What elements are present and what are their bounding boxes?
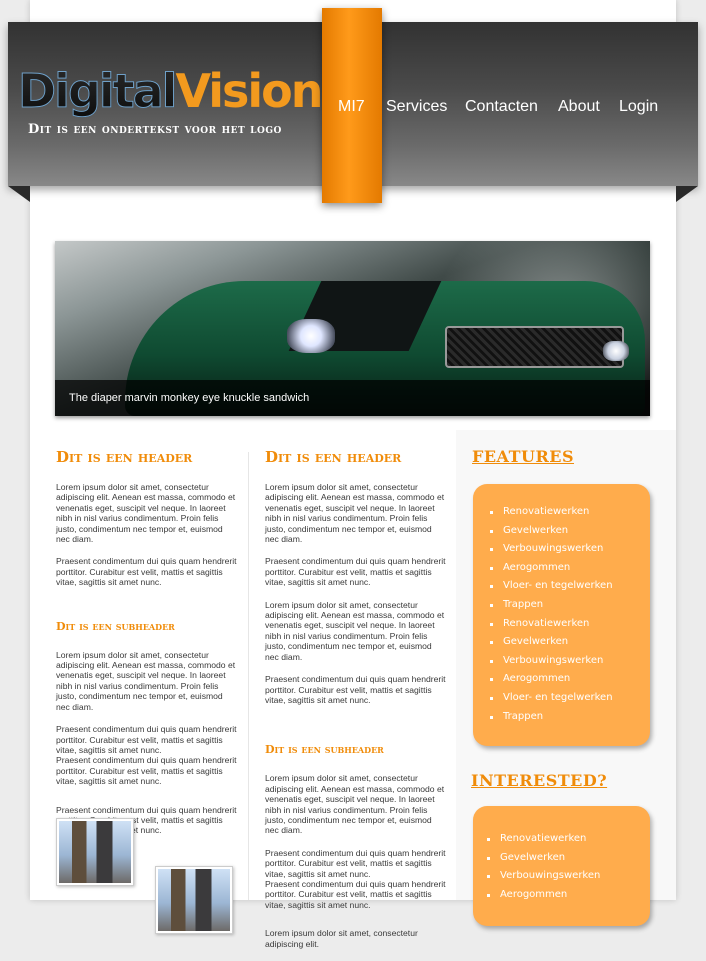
car-headlight-right xyxy=(603,341,629,361)
skyscraper-photo xyxy=(158,869,230,931)
logo-tagline: Dit is een ondertekst voor het logo xyxy=(28,122,282,137)
column-1-header: Dit is een header xyxy=(56,448,193,466)
car-headlight-left xyxy=(287,319,335,353)
sidebar-link[interactable]: Renovatiewerken xyxy=(484,830,600,849)
interested-box: Renovatiewerken Gevelwerken Verbouwingswer… xyxy=(473,806,650,926)
column-1-subheader: Dit is een subheader xyxy=(56,619,175,633)
nav-item-login[interactable]: Login xyxy=(619,98,658,116)
nav-item-mi7[interactable]: MI7 xyxy=(338,98,365,116)
header-fold-right xyxy=(676,186,698,202)
sidebar-link[interactable]: Verbouwingswerken xyxy=(487,540,613,559)
banner-caption: The diaper marvin monkey eye knuckle san… xyxy=(55,380,650,416)
column-1-paragraph: Praesent condimentum dui quis quam hendr… xyxy=(56,724,237,755)
column-1-paragraph: Praesent condimentum dui quis quam hendr… xyxy=(56,556,237,588)
sidebar-link[interactable]: Vloer- en tegelwerken xyxy=(487,577,613,596)
sidebar-link[interactable]: Gevelwerken xyxy=(484,849,600,868)
sidebar-link[interactable]: Aerogommen xyxy=(484,886,600,905)
column-1-paragraph: Praesent condimentum dui quis quam hendr… xyxy=(56,755,237,787)
column-1-paragraph: Lorem ipsum dolor sit amet, consectetur … xyxy=(56,649,236,712)
sidebar-link[interactable]: Vloer- en tegelwerken xyxy=(487,689,613,708)
header-fold-left xyxy=(8,186,30,202)
column-2-paragraph: Lorem ipsum dolor sit amet, consectetur … xyxy=(265,928,418,949)
skyscraper-photo xyxy=(59,821,131,883)
sidebar-link[interactable]: Verbouwingswerken xyxy=(487,652,613,671)
column-2-paragraph: Lorem ipsum dolor sit amet, consectetur … xyxy=(265,599,445,662)
thumbnail-image[interactable] xyxy=(56,818,134,886)
features-title: FEATURES xyxy=(472,447,574,466)
sidebar-link[interactable]: Gevelwerken xyxy=(487,522,613,541)
sidebar-link[interactable]: Verbouwingswerken xyxy=(484,867,600,886)
content-column-1: Dit is een header Lorem ipsum dolor sit … xyxy=(56,448,238,848)
nav-item-about[interactable]: About xyxy=(558,98,600,116)
car-grille xyxy=(445,326,624,368)
sidebar-link[interactable]: Renovatiewerken xyxy=(487,615,613,634)
interested-list: Renovatiewerken Gevelwerken Verbouwingswer… xyxy=(484,830,600,904)
sidebar-link[interactable]: Trappen xyxy=(487,596,613,615)
logo-text-digital: Digital xyxy=(17,64,177,119)
thumbnail-image[interactable] xyxy=(155,866,233,934)
sidebar-link[interactable]: Renovatiewerken xyxy=(487,503,613,522)
column-1-paragraph: Lorem ipsum dolor sit amet, consectetur … xyxy=(56,482,236,545)
column-2-paragraph: Praesent condimentum dui quis quam hendr… xyxy=(265,556,446,588)
column-2-header: Dit is een header xyxy=(265,448,402,466)
sidebar-link[interactable]: Gevelwerken xyxy=(487,633,613,652)
nav-item-services[interactable]: Services xyxy=(386,98,447,116)
logo-text-vision: Vision xyxy=(175,64,323,118)
hero-banner[interactable]: The diaper marvin monkey eye knuckle san… xyxy=(55,241,650,416)
column-2-subheader: Dit is een subheader xyxy=(265,743,384,757)
column-2-paragraph: Lorem ipsum dolor sit amet, consectetur … xyxy=(265,773,445,836)
content-column-2: Dit is een header Lorem ipsum dolor sit … xyxy=(265,448,447,961)
column-2-paragraph: Praesent condimentum dui quis quam hendr… xyxy=(265,674,446,705)
column-2-paragraph: Lorem ipsum dolor sit amet, consectetur … xyxy=(265,482,445,545)
features-box: Renovatiewerken Gevelwerken Verbouwingswer… xyxy=(473,484,650,746)
sidebar-link[interactable]: Aerogommen xyxy=(487,670,613,689)
features-list: Renovatiewerken Gevelwerken Verbouwingswer… xyxy=(487,503,613,726)
column-2-paragraph: Praesent condimentum dui quis quam hendr… xyxy=(265,847,446,879)
interested-title: INTERESTED? xyxy=(471,771,608,790)
site-logo[interactable]: DigitalVision xyxy=(17,62,323,120)
sidebar-link[interactable]: Aerogommen xyxy=(487,559,613,578)
sidebar-link[interactable]: Trappen xyxy=(487,708,613,727)
column-2-paragraph: Praesent condimentum dui quis quam hendr… xyxy=(265,878,446,910)
column-divider xyxy=(248,452,249,900)
nav-item-contacten[interactable]: Contacten xyxy=(465,98,538,116)
